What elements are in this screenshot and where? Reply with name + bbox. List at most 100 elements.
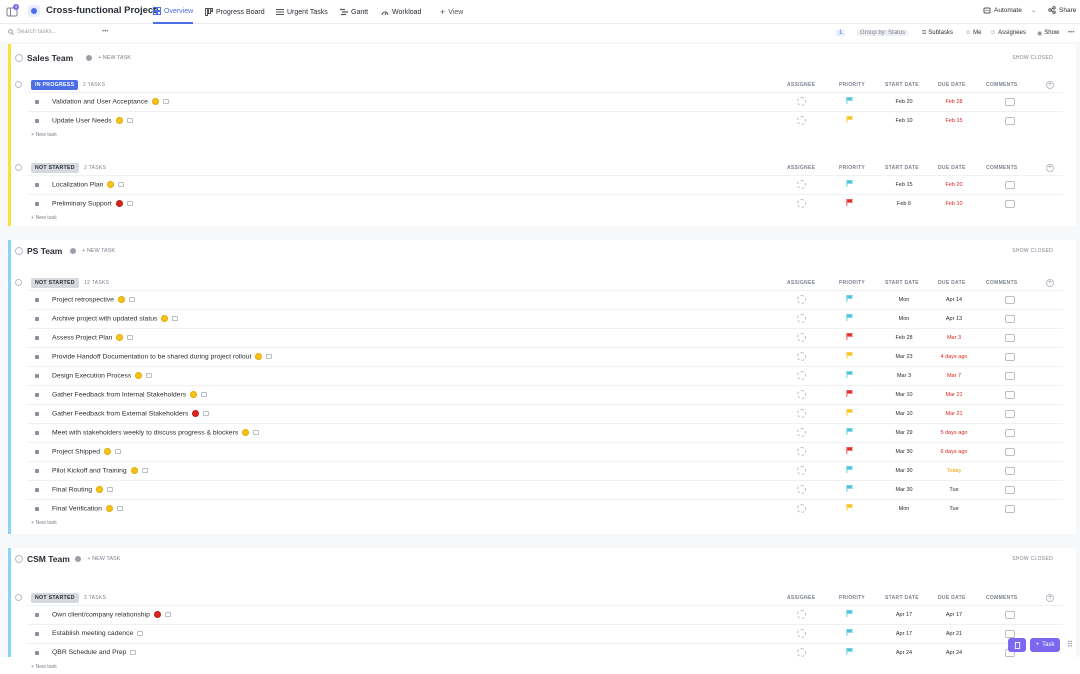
group-by-button[interactable]: Group by: Status xyxy=(857,28,909,38)
add-column-icon[interactable]: + xyxy=(1046,279,1054,287)
column-priority[interactable]: PRIORITY xyxy=(839,82,865,88)
more-options-icon[interactable]: ••• xyxy=(1068,28,1074,38)
assignee-placeholder-icon[interactable] xyxy=(797,390,806,399)
assignee-placeholder-icon[interactable] xyxy=(797,409,806,418)
new-task-button[interactable]: + New task xyxy=(31,215,57,221)
priority-flag-icon[interactable] xyxy=(846,390,854,397)
share-button[interactable]: Share xyxy=(1048,6,1076,14)
assignee-placeholder-icon[interactable] xyxy=(797,447,806,456)
status-collapse-icon[interactable] xyxy=(15,164,22,171)
task-status-icon[interactable] xyxy=(35,317,39,321)
comments-icon[interactable] xyxy=(1005,630,1015,638)
due-date[interactable]: Today xyxy=(934,468,974,474)
comment-icon[interactable] xyxy=(137,630,144,636)
group-new-task-button[interactable]: + NEW TASK xyxy=(87,556,120,562)
task-name[interactable]: Update User Needs xyxy=(52,117,112,124)
task-status-icon[interactable] xyxy=(35,412,39,416)
task-status-icon[interactable] xyxy=(35,374,39,378)
assignees-button[interactable]: ☺ Assignees xyxy=(990,28,1026,38)
column-assignee[interactable]: ASSIGNEE xyxy=(787,82,815,88)
status-pill[interactable]: NOT STARTED xyxy=(31,593,79,603)
column-start-date[interactable]: START DATE xyxy=(885,165,919,171)
tab-progress-board[interactable]: Progress Board xyxy=(205,0,265,24)
group-new-task-button[interactable]: + NEW TASK xyxy=(82,248,115,254)
priority-flag-icon[interactable] xyxy=(846,504,854,511)
tab-gantt[interactable]: Gantt xyxy=(340,0,368,24)
comments-icon[interactable] xyxy=(1005,505,1015,513)
due-date[interactable]: 4 days ago xyxy=(934,354,974,360)
due-date[interactable]: Apr 21 xyxy=(934,631,974,637)
assignee-placeholder-icon[interactable] xyxy=(797,504,806,513)
table-row[interactable]: Gather Feedback from Internal Stakeholde… xyxy=(27,385,1063,404)
due-date[interactable]: Feb 10 xyxy=(934,201,974,207)
automate-button[interactable]: Automate ⌄ xyxy=(983,6,1036,14)
table-row[interactable]: Meet with stakeholders weekly to discuss… xyxy=(27,423,1063,442)
due-date[interactable]: 5 days ago xyxy=(934,430,974,436)
task-name[interactable]: Archive project with updated status xyxy=(52,315,157,322)
add-column-icon[interactable]: + xyxy=(1046,164,1054,172)
column-comments[interactable]: COMMENTS xyxy=(986,82,1018,88)
status-collapse-icon[interactable] xyxy=(15,594,22,601)
subtasks-button[interactable]: ⧉ Subtasks xyxy=(922,28,953,38)
due-date[interactable]: Mar 21 xyxy=(934,411,974,417)
start-date[interactable]: Mon xyxy=(884,316,924,322)
search-input[interactable]: Search tasks... xyxy=(17,29,97,35)
add-view-button[interactable]: + View xyxy=(440,0,463,24)
table-row[interactable]: Validation and User Acceptance Feb 20 Feb … xyxy=(27,92,1063,111)
task-name[interactable]: Design Execution Process xyxy=(52,372,131,379)
due-date[interactable]: Tue xyxy=(934,487,974,493)
priority-flag-icon[interactable] xyxy=(846,352,854,359)
table-row[interactable]: Establish meeting cadence Apr 17 Apr 21 xyxy=(27,624,1063,643)
show-closed-button[interactable]: SHOW CLOSED xyxy=(1012,556,1053,562)
priority-flag-icon[interactable] xyxy=(846,371,854,378)
column-assignee[interactable]: ASSIGNEE xyxy=(787,595,815,601)
comment-icon[interactable] xyxy=(115,449,121,454)
table-row[interactable]: Localization Plan Feb 15 Feb 20 xyxy=(27,175,1063,194)
task-status-icon[interactable] xyxy=(35,336,39,340)
add-column-icon[interactable]: + xyxy=(1046,594,1054,602)
comment-icon[interactable] xyxy=(118,182,125,187)
start-date[interactable]: Mar 10 xyxy=(884,411,924,417)
task-name[interactable]: Final Verification xyxy=(52,505,102,512)
assignee-placeholder-icon[interactable] xyxy=(797,333,806,342)
docs-button[interactable] xyxy=(1008,638,1026,652)
group-new-task-button[interactable]: + NEW TASK xyxy=(98,55,131,61)
task-name[interactable]: Localization Plan xyxy=(52,181,103,188)
new-task-button[interactable]: + New task xyxy=(31,132,57,138)
comments-icon[interactable] xyxy=(1005,391,1015,399)
status-collapse-icon[interactable] xyxy=(15,81,22,88)
task-status-icon[interactable] xyxy=(35,183,39,187)
assignee-placeholder-icon[interactable] xyxy=(797,97,806,106)
table-row[interactable]: Pilot Kickoff and Training Mar 30 Today xyxy=(27,461,1063,480)
comments-icon[interactable] xyxy=(1005,410,1015,418)
comments-icon[interactable] xyxy=(1005,467,1015,475)
priority-flag-icon[interactable] xyxy=(846,199,854,206)
table-row[interactable]: Project retrospective Mon Apr 14 xyxy=(27,290,1063,309)
assignee-placeholder-icon[interactable] xyxy=(797,295,806,304)
comments-icon[interactable] xyxy=(1005,315,1015,323)
task-name[interactable]: Gather Feedback from Internal Stakeholde… xyxy=(52,391,186,398)
comment-icon[interactable] xyxy=(128,297,135,302)
task-name[interactable]: Establish meeting cadence xyxy=(52,630,133,637)
status-pill[interactable]: IN PROGRESS xyxy=(31,80,79,90)
priority-flag-icon[interactable] xyxy=(846,180,854,187)
priority-flag-icon[interactable] xyxy=(846,648,854,655)
assignee-placeholder-icon[interactable] xyxy=(797,199,806,208)
column-comments[interactable]: COMMENTS xyxy=(986,165,1018,171)
status-pill[interactable]: NOT STARTED xyxy=(31,163,79,173)
comment-icon[interactable] xyxy=(164,612,171,617)
column-start-date[interactable]: START DATE xyxy=(885,280,919,286)
start-date[interactable]: Apr 17 xyxy=(884,631,924,637)
table-row[interactable]: Project Shipped Mar 30 6 days ago xyxy=(27,442,1063,461)
start-date[interactable]: Mar 30 xyxy=(884,468,924,474)
comments-icon[interactable] xyxy=(1005,98,1015,106)
comment-icon[interactable] xyxy=(130,649,137,655)
table-row[interactable]: Final Verification Mon Tue xyxy=(27,499,1063,518)
task-status-icon[interactable] xyxy=(35,613,39,617)
comments-icon[interactable] xyxy=(1005,611,1015,619)
due-date[interactable]: Apr 14 xyxy=(934,297,974,303)
priority-flag-icon[interactable] xyxy=(846,629,854,636)
due-date[interactable]: Feb 20 xyxy=(934,182,974,188)
tab-overview[interactable]: Overview xyxy=(153,0,194,24)
task-name[interactable]: Meet with stakeholders weekly to discuss… xyxy=(52,429,238,436)
